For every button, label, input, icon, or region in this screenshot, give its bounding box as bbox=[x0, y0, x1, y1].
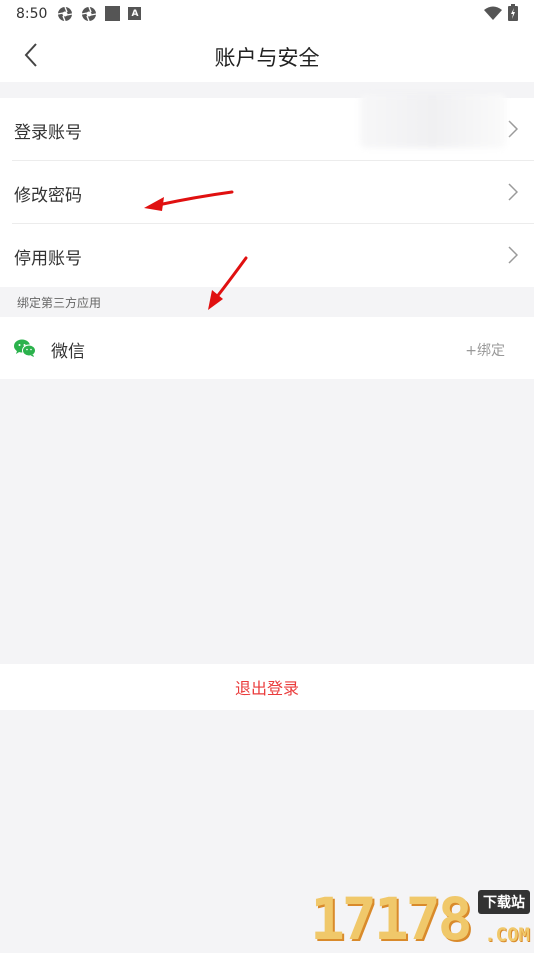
list-item-label: 修改密码 bbox=[14, 186, 82, 206]
aperture-icon bbox=[82, 6, 97, 21]
logout-label: 退出登录 bbox=[234, 679, 299, 698]
list-item-label: 登录账号 bbox=[14, 123, 82, 143]
wechat-icon bbox=[14, 339, 36, 357]
watermark-tag: 下载站 bbox=[478, 890, 530, 914]
battery-icon bbox=[508, 4, 518, 21]
chevron-right-icon bbox=[508, 120, 518, 138]
page-title: 账户与安全 bbox=[214, 46, 320, 70]
list-item-label: 停用账号 bbox=[14, 249, 82, 269]
list-item-deactivate-account[interactable]: 停用账号 bbox=[0, 224, 534, 287]
status-icons-right bbox=[484, 4, 518, 21]
square-icon bbox=[105, 6, 121, 21]
a-badge-icon: A bbox=[128, 7, 142, 20]
watermark-suffix: .COM bbox=[484, 924, 530, 946]
status-time: 8:50 bbox=[16, 5, 48, 22]
chevron-right-icon bbox=[508, 183, 518, 201]
status-bar: 8:50 A bbox=[0, 0, 534, 27]
aperture-icon bbox=[58, 6, 73, 21]
list-item-wechat[interactable]: 微信 +绑定 bbox=[0, 317, 534, 379]
watermark-number: 17178 bbox=[310, 885, 473, 953]
redacted-account-value bbox=[360, 94, 506, 148]
chevron-right-icon bbox=[508, 246, 518, 264]
status-icons-left: A bbox=[57, 6, 142, 22]
list-item-change-password[interactable]: 修改密码 bbox=[0, 161, 534, 224]
logout-button[interactable]: 退出登录 bbox=[0, 664, 534, 710]
bind-wechat-button[interactable]: +绑定 bbox=[465, 340, 505, 360]
nav-bar: 账户与安全 bbox=[0, 27, 534, 82]
section-title: 绑定第三方应用 bbox=[17, 295, 102, 310]
watermark-logo: 17178 下载站 .COM bbox=[310, 888, 532, 950]
wechat-label: 微信 bbox=[51, 342, 85, 362]
section-header-third-party: 绑定第三方应用 bbox=[0, 287, 534, 317]
wifi-icon bbox=[484, 6, 502, 20]
